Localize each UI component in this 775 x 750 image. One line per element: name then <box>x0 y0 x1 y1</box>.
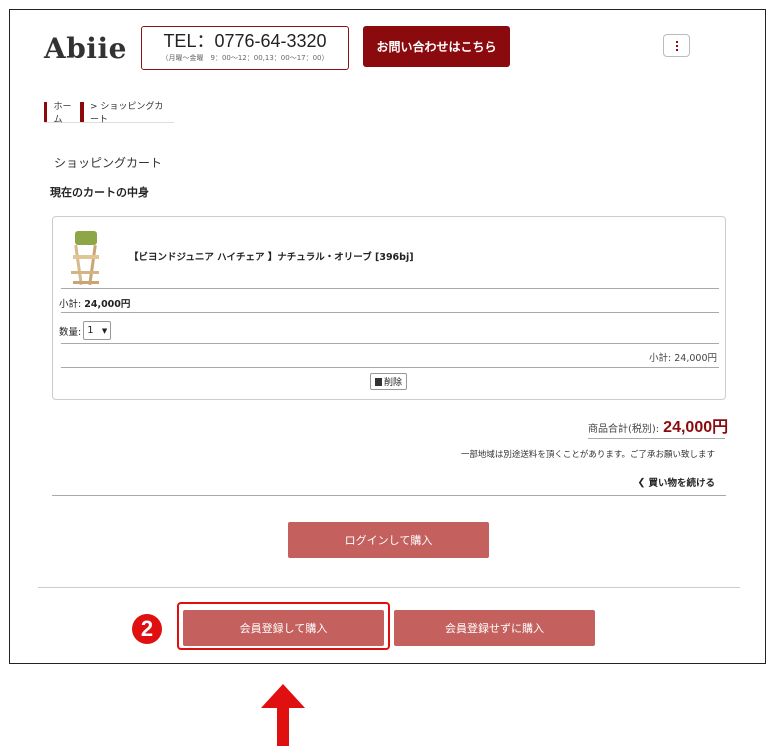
business-hours: （月曜〜金曜 9：00〜12：00,13：00〜17：00） <box>161 54 329 62</box>
quantity-value: 1 <box>87 325 94 336</box>
total-label: 商品合計(税別): <box>588 424 660 435</box>
item-subtotal: 小計: 24,000円 <box>59 296 130 310</box>
contact-button[interactable]: お問い合わせはこちら <box>363 26 510 67</box>
browser-frame: Abiie TEL：0776-64-3320 （月曜〜金曜 9：00〜12：00… <box>9 9 766 664</box>
breadcrumb-home[interactable]: ホーム <box>44 99 76 125</box>
phone-box: TEL：0776-64-3320 （月曜〜金曜 9：00〜12：00,13：00… <box>141 26 349 70</box>
page-title: ショッピングカート <box>54 156 163 170</box>
section-divider <box>52 495 726 496</box>
row-divider <box>61 312 719 313</box>
menu-button[interactable] <box>663 34 690 57</box>
cart-item-box: 【ビヨンドジュニア ハイチェア 】ナチュラル・オリーブ [396bj] 小計: … <box>52 216 726 400</box>
guest-purchase-button[interactable]: 会員登録せずに購入 <box>394 610 595 646</box>
highlight-box <box>177 602 390 650</box>
subtotal-value: 24,000円 <box>84 299 131 310</box>
section-divider <box>38 587 740 588</box>
row-divider <box>61 367 719 368</box>
caret-down-icon: ▼ <box>101 326 108 335</box>
total-value: 24,000円 <box>663 419 729 436</box>
continue-shopping-link[interactable]: ❮ 買い物を続ける <box>637 475 715 490</box>
total-underline <box>588 438 725 439</box>
line-subtotal: 小計: 24,000円 <box>649 353 717 364</box>
up-arrow-icon <box>261 684 305 746</box>
breadcrumb-current-label: > ショッピングカート <box>89 101 164 125</box>
section-title: 現在のカートの中身 <box>50 186 149 199</box>
login-purchase-button[interactable]: ログインして購入 <box>288 522 489 558</box>
breadcrumb-home-label: ホーム <box>53 101 72 125</box>
shipping-note: 一部地域は別途送料を頂くことがあります。ご了承お願い致します <box>460 450 715 460</box>
quantity-row: 数量: 1 ▼ <box>59 321 112 340</box>
trash-icon <box>375 377 382 386</box>
cart-total: 商品合計(税別): 24,000円 <box>588 413 728 437</box>
breadcrumb-marker <box>80 101 84 122</box>
breadcrumb: ホーム > ショッピングカート <box>44 99 174 125</box>
continue-shopping-label: 買い物を続ける <box>648 478 715 489</box>
product-name-link[interactable]: 【ビヨンドジュニア ハイチェア 】ナチュラル・オリーブ [396bj] <box>129 249 414 263</box>
chevron-left-icon: ❮ <box>637 476 646 488</box>
row-divider <box>61 343 719 344</box>
breadcrumb-current: > ショッピングカート <box>80 99 170 125</box>
breadcrumb-marker <box>44 101 48 122</box>
kebab-menu-icon <box>675 40 678 51</box>
step-number-badge: 2 <box>132 614 162 644</box>
quantity-select[interactable]: 1 ▼ <box>83 321 112 340</box>
site-logo[interactable]: Abiie <box>44 32 127 65</box>
row-divider <box>61 288 719 289</box>
subtotal-label: 小計: <box>59 299 82 310</box>
product-image[interactable] <box>67 229 103 287</box>
delete-label: 削除 <box>384 378 403 388</box>
delete-button[interactable]: 削除 <box>370 373 408 390</box>
quantity-label: 数量: <box>59 326 82 338</box>
phone-number: TEL：0776-64-3320 <box>163 31 327 51</box>
